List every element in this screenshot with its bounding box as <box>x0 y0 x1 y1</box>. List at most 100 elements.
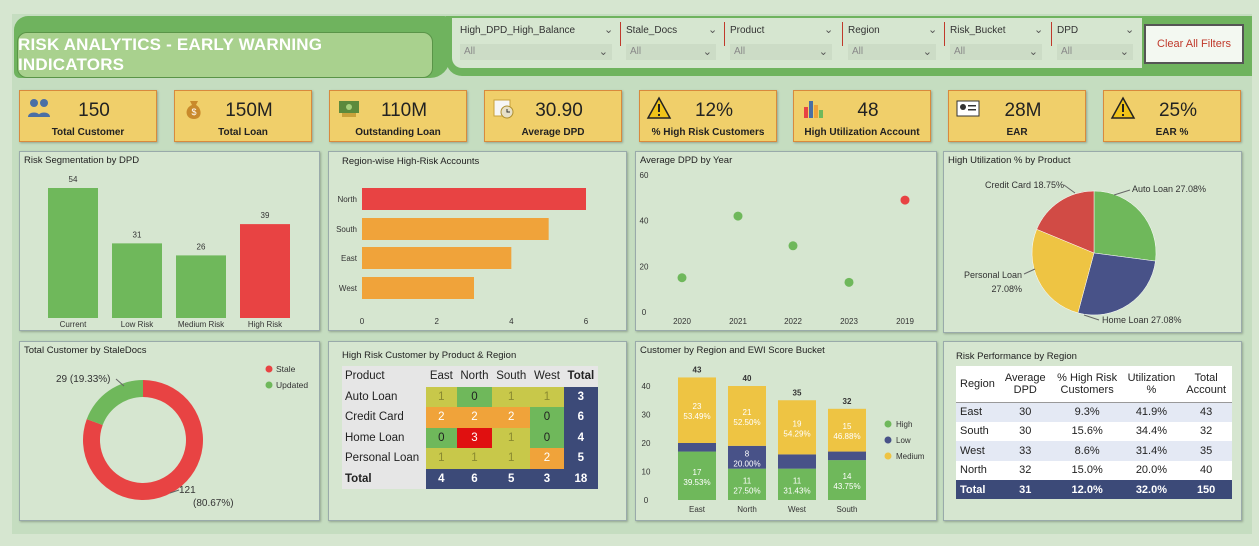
data-label: 19 <box>793 419 802 428</box>
tick-label: 2 <box>434 317 439 326</box>
chart-title: Customer by Region and EWI Score Bucket <box>640 345 825 356</box>
footer-cell: 150 <box>1196 483 1216 496</box>
kpi-value: 48 <box>857 100 879 121</box>
table-cell: 35 <box>1200 444 1213 457</box>
matrix-cell: 0 <box>456 386 493 407</box>
data-label: 26 <box>197 242 206 251</box>
kpi-value: 30.90 <box>535 100 583 121</box>
region-high-risk-panel: Region-wise High-Risk Accounts North Sout… <box>328 151 627 331</box>
chevron-down-icon[interactable]: ⌄ <box>928 23 937 36</box>
chart-title: Average DPD by Year <box>640 155 733 166</box>
kpi-label: High Utilization Account <box>804 127 920 138</box>
tick-label: 2019 <box>896 317 914 326</box>
table-cell: 8.6% <box>1074 444 1100 457</box>
column-header[interactable]: Total Account <box>1180 366 1232 403</box>
chevron-down-icon[interactable]: ⌄ <box>604 23 613 36</box>
column-header[interactable]: Average DPD <box>998 366 1052 403</box>
table-cell: 30 <box>1019 406 1032 418</box>
legend-label: High <box>896 420 912 429</box>
chevron-down-icon[interactable]: ⌄ <box>599 45 608 58</box>
risk-segmentation-panel: Risk Segmentation by DPD 54 Current 31 Low … <box>19 151 320 331</box>
tick-label: North <box>737 505 757 514</box>
data-label: 21 <box>743 408 752 417</box>
column-header: East <box>426 366 457 387</box>
tick-label: 10 <box>642 468 651 477</box>
chevron-down-icon[interactable]: ⌄ <box>819 45 828 58</box>
tick-label: 2022 <box>784 317 802 326</box>
filter-dpd[interactable]: DPD ⌄ All ⌄ <box>1051 20 1137 68</box>
grand-total: 18 <box>563 468 598 489</box>
filter-dropdown[interactable]: All ⌄ <box>848 44 936 60</box>
chevron-down-icon[interactable]: ⌄ <box>703 45 712 58</box>
table-footer: Total 31 12.0% 32.0% 150 <box>956 480 1232 499</box>
column-header[interactable]: Region <box>956 366 999 403</box>
table-cell: North <box>960 464 987 477</box>
table-cell: 41.9% <box>1135 406 1168 418</box>
chart-title: Risk Performance by Region <box>956 351 1077 362</box>
total-label: 32 <box>843 397 852 406</box>
chevron-down-icon[interactable]: ⌄ <box>1125 23 1134 36</box>
tick-label: East <box>341 254 358 263</box>
matrix-cell: 1 <box>426 386 457 407</box>
legend-label: Stale <box>276 364 296 374</box>
data-label: 53.49% <box>683 412 710 421</box>
filter-separator <box>1051 22 1052 46</box>
row-label: Personal Loan <box>342 448 427 469</box>
kpi-label: Average DPD <box>521 127 585 138</box>
matrix-cell: 2 <box>530 448 564 469</box>
table-cell: West <box>960 444 985 457</box>
tick-label: South <box>336 225 357 234</box>
bar-current <box>48 188 98 318</box>
chevron-down-icon[interactable]: ⌄ <box>1029 45 1038 58</box>
chevron-down-icon[interactable]: ⌄ <box>1120 45 1129 58</box>
filter-separator <box>944 22 945 46</box>
tick-label: 60 <box>640 171 649 180</box>
chevron-down-icon[interactable]: ⌄ <box>708 23 717 36</box>
filter-label: High_DPD_High_Balance <box>460 25 576 36</box>
filter-stale-docs[interactable]: Stale_Docs ⌄ All ⌄ <box>620 20 720 68</box>
row-label: Auto Loan <box>342 386 427 407</box>
filter-separator <box>842 22 843 46</box>
column-header[interactable]: % High Risk Customers <box>1051 366 1123 403</box>
footer-cell: Total <box>960 483 986 496</box>
tick-label: North <box>337 195 357 204</box>
filter-dropdown[interactable]: All ⌄ <box>460 44 612 60</box>
filter-value: All <box>464 46 476 57</box>
kpi-label: EAR % <box>1155 127 1189 138</box>
matrix-cell: 1 <box>530 386 564 407</box>
tick-label: High Risk <box>248 320 283 329</box>
filter-dropdown[interactable]: All ⌄ <box>730 44 832 60</box>
filter-region[interactable]: Region ⌄ All ⌄ <box>842 20 940 68</box>
kpi-card: 12% % High Risk Customers <box>639 90 777 142</box>
leader-line <box>1063 184 1076 194</box>
data-label: 17 <box>693 468 702 477</box>
data-label: 8 <box>745 449 750 458</box>
data-label: 31 <box>133 230 142 239</box>
clear-filters-button[interactable]: Clear All Filters <box>1144 24 1244 64</box>
filter-value: All <box>852 46 864 57</box>
matrix-cell: 3 <box>456 427 493 448</box>
data-label: 52.50% <box>733 418 760 427</box>
chevron-down-icon[interactable]: ⌄ <box>824 23 833 36</box>
slice-label: Auto Loan 27.08% <box>1132 184 1206 194</box>
column-header[interactable]: Utilization % <box>1122 366 1181 403</box>
bar-north <box>362 188 586 210</box>
risk-performance-panel: Risk Performance by Region Region Average… <box>943 341 1242 521</box>
filter-risk-bucket[interactable]: Risk_Bucket ⌄ All ⌄ <box>944 20 1046 68</box>
avg-dpd-year-chart: 0 20 40 60 2020 2021 2022 2023 2019 <box>640 171 915 326</box>
chevron-down-icon[interactable]: ⌄ <box>923 45 932 58</box>
chart-title: Region-wise High-Risk Accounts <box>342 156 480 167</box>
filter-product[interactable]: Product ⌄ All ⌄ <box>724 20 836 68</box>
footer-cell: 12.0% <box>1071 483 1103 496</box>
row-label: Home Loan <box>342 427 427 448</box>
chart-title: High Risk Customer by Product & Region <box>342 350 517 361</box>
chevron-down-icon[interactable]: ⌄ <box>1034 23 1043 36</box>
tick-label: 0 <box>644 496 649 505</box>
matrix-cell: 2 <box>426 407 457 428</box>
kpi-card: $150M Total Loan <box>174 90 312 142</box>
filter-dropdown[interactable]: All ⌄ <box>950 44 1042 60</box>
filter-dropdown[interactable]: All ⌄ <box>1057 44 1133 60</box>
filter-dropdown[interactable]: All ⌄ <box>626 44 716 60</box>
filter-high-dpd-high-balance[interactable]: High_DPD_High_Balance ⌄ All ⌄ <box>454 20 616 68</box>
filter-label: Region <box>848 25 880 36</box>
